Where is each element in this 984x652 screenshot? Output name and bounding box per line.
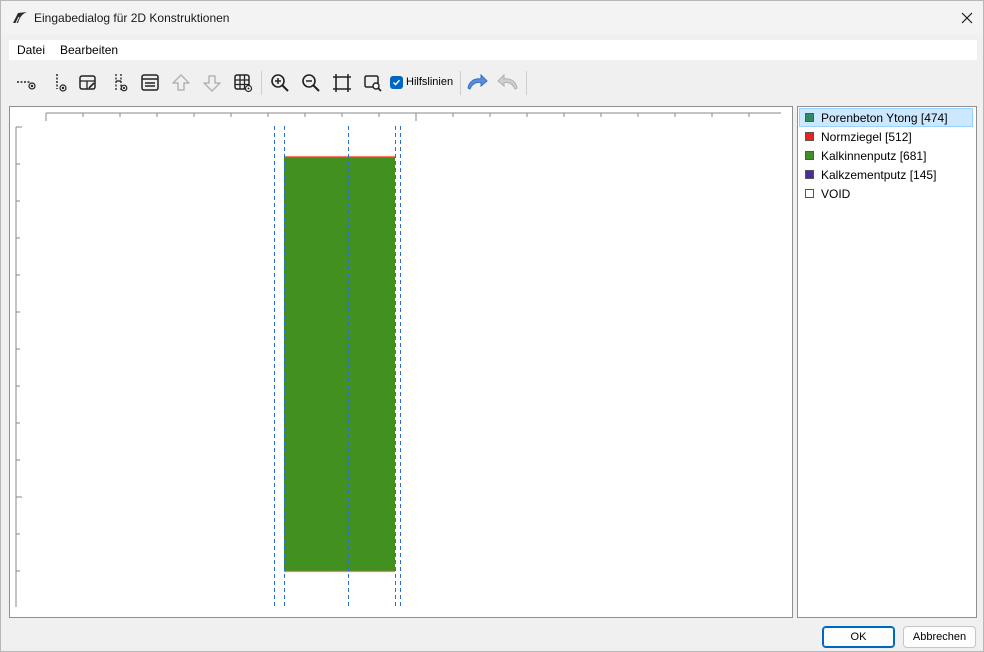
undo-button[interactable] [464,70,490,96]
redo-button[interactable] [495,70,521,96]
zoom-fit-icon [332,73,352,93]
legend-label: VOID [821,186,851,201]
split-vertical-button[interactable] [107,70,133,96]
legend-swatch [805,189,814,198]
legend-label: Porenbeton Ytong [474] [821,110,948,125]
split-vertical-icon [110,73,130,93]
toolbar: Hilfslinien [9,67,977,99]
legend-label: Kalkinnenputz [681] [821,148,927,163]
arrow-down-icon [202,73,222,93]
kalkinnenputz-layer[interactable] [284,156,395,572]
menu-bar: Datei Bearbeiten [9,40,977,60]
toolbar-separator [460,71,461,95]
close-button[interactable] [951,3,983,33]
cancel-button[interactable]: Abbrechen [903,626,976,648]
app-logo-icon [12,11,28,25]
move-up-button[interactable] [168,70,194,96]
redo-icon [496,73,520,93]
checkmark-icon [392,78,401,87]
menu-datei[interactable]: Datei [17,43,45,57]
legend-label: Kalkzementputz [145] [821,167,937,182]
hilfslinien-checkbox[interactable] [390,76,403,89]
legend-label: Normziegel [512] [821,129,912,144]
zoom-out-icon [301,73,321,93]
hilfslinien-label: Hilfslinien [406,76,454,88]
edit-layer-button[interactable] [75,70,101,96]
ok-button[interactable]: OK [822,626,895,648]
arrow-up-icon [171,73,191,93]
dialog-window: Eingabedialog für 2D Konstruktionen Date… [0,0,984,652]
vertical-line-point-icon [50,73,70,93]
toolbar-separator [261,71,262,95]
legend-item-kalkzementputz[interactable]: Kalkzementputz [145] [800,166,972,183]
zoom-window-button[interactable] [360,70,386,96]
menu-bearbeiten[interactable]: Bearbeiten [60,43,118,57]
material-legend: Porenbeton Ytong [474] Normziegel [512] … [797,106,977,618]
zoom-fit-button[interactable] [329,70,355,96]
legend-swatch [805,113,814,122]
legend-swatch [805,132,814,141]
move-down-button[interactable] [199,70,225,96]
legend-item-void[interactable]: VOID [800,185,972,202]
window-title: Eingabedialog für 2D Konstruktionen [34,11,230,25]
legend-item-kalkinnenputz[interactable]: Kalkinnenputz [681] [800,147,972,164]
zoom-window-icon [363,73,383,93]
zoom-in-icon [270,73,290,93]
left-ruler [15,126,22,607]
horizontal-line-point-icon [16,73,36,93]
drawing-canvas[interactable] [9,106,793,618]
toolbar-separator [526,71,527,95]
layer-list-icon [140,73,160,93]
legend-swatch [805,151,814,160]
close-icon [961,12,973,24]
add-horizontal-line-button[interactable] [13,70,39,96]
undo-icon [465,73,489,93]
grid-settings-button[interactable] [230,70,256,96]
legend-swatch [805,170,814,179]
legend-item-normziegel[interactable]: Normziegel [512] [800,128,972,145]
layer-list-button[interactable] [137,70,163,96]
legend-item-porenbeton[interactable]: Porenbeton Ytong [474] [799,108,973,127]
zoom-in-button[interactable] [267,70,293,96]
add-vertical-line-button[interactable] [47,70,73,96]
grid-settings-icon [233,73,253,93]
edit-layer-icon [78,73,98,93]
top-ruler [45,112,781,121]
title-bar: Eingabedialog für 2D Konstruktionen [1,1,983,35]
zoom-out-button[interactable] [298,70,324,96]
